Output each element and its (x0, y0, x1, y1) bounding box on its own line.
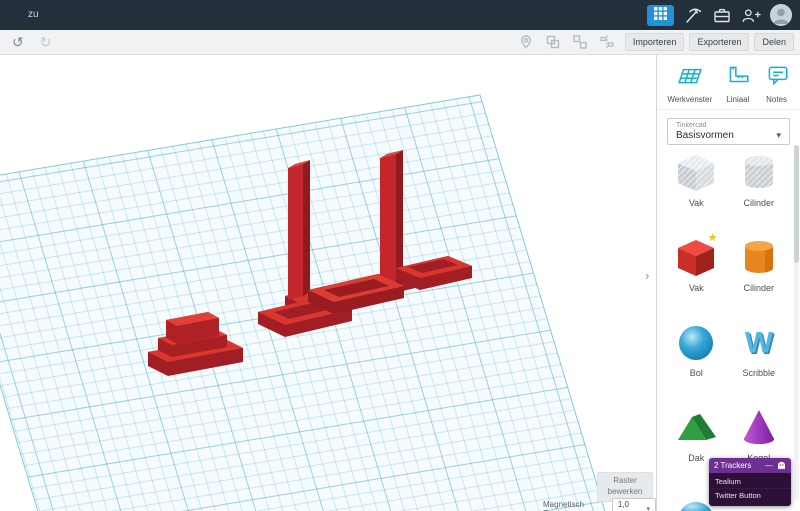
tracker-header: 2 Trackers — (709, 458, 791, 473)
tracker-item[interactable]: Twitter Button (709, 489, 791, 502)
undo-icon[interactable]: ↺ (10, 33, 26, 51)
shape-label: Cilinder (743, 198, 774, 208)
tracker-title: 2 Trackers (714, 461, 752, 470)
export-button[interactable]: Exporteren (689, 33, 750, 51)
shape-grid: Vak Cilinder ★ Vak Cilinder Bol W W Scri… (657, 143, 794, 511)
top-header: zu (0, 0, 800, 30)
model-step-pyramid[interactable] (148, 312, 243, 376)
import-button[interactable]: Importeren (624, 33, 685, 51)
sidebar-tool-notes[interactable]: Notes (764, 62, 790, 104)
shape-vak-gray[interactable]: Vak (665, 143, 728, 228)
snap-grid-select[interactable]: 1,0 mm ▾ (611, 498, 656, 511)
cylinder-gray-icon (737, 149, 781, 195)
group-icon[interactable] (545, 34, 561, 50)
minimize-icon[interactable]: — (765, 461, 773, 470)
favorite-star-icon: ★ (707, 232, 718, 244)
shape-category-dropdown[interactable]: Tinkercad Basisvormen ▾ (667, 118, 790, 145)
svg-text:W: W (745, 327, 774, 360)
avatar[interactable] (770, 4, 792, 26)
wedge-green-icon (674, 404, 718, 450)
add-user-icon[interactable] (741, 5, 761, 25)
category-selected: Basisvormen (676, 130, 734, 141)
scribble-icon: W W (737, 319, 781, 365)
pickaxe-icon[interactable] (683, 5, 703, 25)
tinkercad-app: zu ↺ ↻ Importeren Exporteren Delen Raste… (0, 0, 800, 511)
sidebar-tool-werkvenster[interactable]: Werkvenster (667, 62, 712, 104)
chevron-down-icon: ▾ (646, 506, 650, 511)
tracker-overlay: 2 Trackers — Tealium Twitter Button (709, 458, 791, 506)
shape-label: Bol (689, 368, 703, 378)
header-actions (647, 0, 792, 30)
tool-label: Werkvenster (667, 95, 713, 104)
cylinder-orange-icon (737, 234, 781, 280)
shape-bol[interactable]: Bol (665, 313, 728, 398)
shape-label: Dak (688, 453, 705, 463)
collapse-panel-icon[interactable]: › (645, 268, 649, 283)
tool-label: Liniaal (726, 95, 750, 104)
shape-label: Vak (688, 198, 704, 208)
shape-label: Scribble (742, 368, 775, 378)
sphere-blue-icon (674, 319, 718, 365)
model-chair-frame[interactable] (258, 150, 472, 337)
pin-icon[interactable] (518, 34, 534, 50)
shape-label: Vak (688, 283, 704, 293)
io-buttons: Importeren Exporteren Delen (624, 33, 794, 51)
ghost-icon (777, 461, 786, 470)
viewport-3d[interactable]: Raster bewerken Magnetisch Raster 1,0 mm… (0, 55, 656, 511)
cube-gray-icon (674, 149, 718, 195)
chevron-down-icon: ▾ (776, 130, 781, 140)
undo-redo-group: ↺ ↻ (10, 33, 53, 51)
snap-grid-label: Magnetisch Raster (543, 500, 584, 511)
workplane-icon (677, 62, 703, 93)
tracker-list: Tealium Twitter Button (709, 473, 791, 506)
ruler-icon (725, 62, 751, 93)
redo-icon[interactable]: ↻ (38, 33, 54, 51)
shape-cilinder-gray[interactable]: Cilinder (728, 143, 791, 228)
apps-grid-button[interactable] (647, 4, 674, 26)
shape-cilinder-orange[interactable]: Cilinder (728, 228, 791, 313)
cone-purple-icon (737, 404, 781, 450)
shape-scribble[interactable]: W W Scribble (728, 313, 791, 398)
shape-vak-red[interactable]: ★ Vak (665, 228, 728, 313)
align-icon[interactable] (599, 34, 615, 50)
design-name: zu (28, 9, 39, 20)
snap-grid-bar: Magnetisch Raster 1,0 mm ▾ (543, 498, 656, 511)
ungroup-icon[interactable] (572, 34, 588, 50)
apps-grid-icon (653, 6, 668, 24)
tool-label: Notes (766, 95, 788, 104)
panel-scrollbar[interactable] (794, 145, 799, 500)
snap-grid-value: 1,0 mm (617, 500, 631, 511)
sidebar-tool-liniaal[interactable]: Liniaal (725, 62, 751, 104)
edit-tool-icons (518, 34, 642, 50)
panel-scrollbar-thumb[interactable] (794, 145, 799, 263)
share-button[interactable]: Delen (754, 33, 794, 51)
edit-grid-line2: bewerken (607, 486, 643, 496)
category-brand: Tinkercad (676, 122, 707, 129)
model-shapes (148, 150, 472, 376)
edit-grid-line1: Raster (613, 476, 637, 485)
tracker-item[interactable]: Tealium (709, 475, 791, 489)
shapes-panel: Werkvenster Liniaal Notes Tinkercad Basi… (656, 55, 800, 511)
notes-icon (764, 62, 790, 93)
toolbar: ↺ ↻ Importeren Exporteren Delen (0, 30, 800, 55)
briefcase-icon[interactable] (712, 5, 732, 25)
panel-tools-row: Werkvenster Liniaal Notes (657, 55, 800, 110)
shape-label: Cilinder (743, 283, 774, 293)
